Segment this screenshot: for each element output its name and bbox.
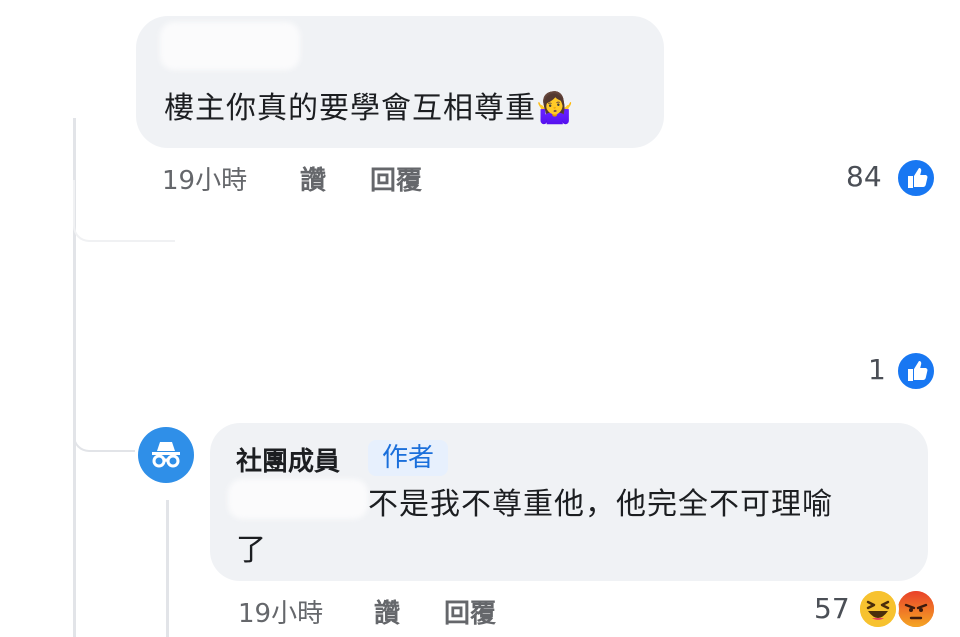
like-reaction-badge-1 — [895, 157, 937, 199]
reaction-count-1[interactable]: 84 — [846, 160, 882, 193]
thread-connector-curve — [73, 380, 135, 452]
reaction-count-2[interactable]: 57 — [814, 592, 850, 625]
comment-author-2[interactable]: 社團成員 — [236, 441, 340, 478]
reaction-count-collapsed[interactable]: 1 — [868, 353, 886, 386]
reply-button-1[interactable]: 回覆 — [370, 160, 422, 197]
incognito-avatar-icon — [152, 442, 180, 468]
author-badge: 作者 — [368, 440, 449, 476]
haha-reaction-icon — [860, 591, 896, 627]
comment-text-2-line1: 不是我不尊重他，他完全不可理喻 — [368, 487, 833, 522]
comment-text-2-line2: 了 — [236, 533, 267, 568]
comment-time-1[interactable]: 19小時 — [162, 160, 247, 197]
comment-text-1: 樓主你真的要學會互相尊重🤷‍♀️ — [164, 91, 575, 126]
angry-reaction-badge — [895, 588, 937, 630]
haha-reaction-badge — [857, 588, 899, 630]
like-icon — [908, 361, 928, 381]
reply-button-2[interactable]: 回覆 — [444, 593, 496, 630]
avatar-anonymous[interactable] — [138, 427, 194, 483]
angry-reaction-icon — [898, 591, 934, 627]
like-reaction-badge-collapsed — [895, 350, 937, 392]
redacted-name — [160, 22, 300, 70]
redacted-text — [228, 479, 368, 519]
like-button-1[interactable]: 讚 — [300, 160, 326, 197]
like-icon — [908, 168, 928, 188]
like-button-2[interactable]: 讚 — [374, 593, 400, 630]
comment-time-2[interactable]: 19小時 — [238, 593, 323, 630]
comment-meta-1: 19小時 讚 回覆 — [0, 160, 960, 200]
